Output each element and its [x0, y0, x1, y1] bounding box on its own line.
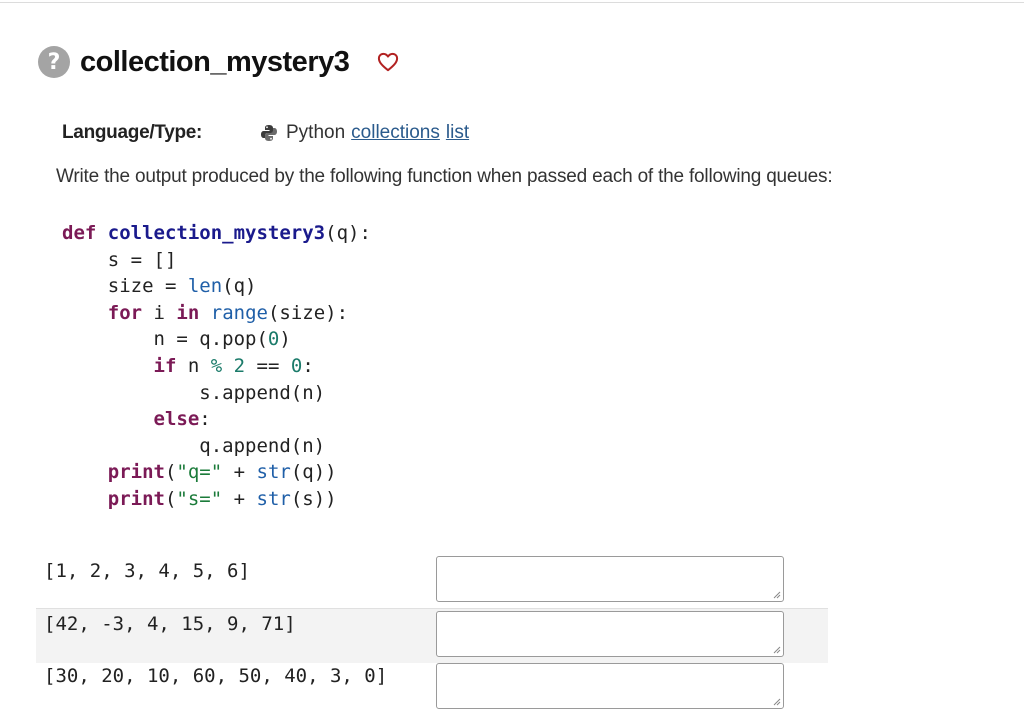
code-line: n = q.pop(0): [62, 328, 291, 351]
code-line: print("q=" + str(q)): [107, 461, 337, 484]
question-input-value: [30, 20, 10, 60, 50, 40, 3, 0]: [44, 665, 388, 687]
resize-grip-icon[interactable]: [773, 698, 781, 706]
help-circle-icon[interactable]: ?: [38, 46, 70, 78]
question-row: [30, 20, 10, 60, 50, 40, 3, 0]: [36, 662, 828, 716]
tag-link-list[interactable]: list: [446, 122, 469, 144]
answer-textarea[interactable]: [436, 556, 784, 602]
code-block: def collection_mystery3(q): s = [] size …: [62, 220, 371, 513]
language-type-row: Language/Type: Python collections list: [62, 122, 475, 144]
question-input-value: [42, -3, 4, 15, 9, 71]: [44, 613, 296, 635]
code-line: def collection_mystery3(q):: [62, 222, 371, 244]
code-line: s.append(n): [62, 381, 326, 404]
language-name: Python: [286, 122, 346, 143]
code-line: size = len(q): [62, 275, 257, 298]
code-line: q.append(n): [62, 434, 326, 457]
code-line: print("s=" + str(s)): [107, 487, 337, 510]
problem-header: ? collection_mystery3: [38, 42, 399, 82]
python-icon: [260, 124, 278, 142]
question-row: [1, 2, 3, 4, 5, 6]: [36, 555, 828, 609]
question-row: [42, -3, 4, 15, 9, 71]: [36, 608, 828, 663]
question-input-value: [1, 2, 3, 4, 5, 6]: [44, 560, 250, 582]
problem-prompt: Write the output produced by the followi…: [56, 166, 833, 187]
resize-grip-icon[interactable]: [773, 646, 781, 654]
top-divider: [0, 2, 1024, 3]
heart-outline-icon[interactable]: [377, 51, 399, 73]
answer-textarea[interactable]: [436, 663, 784, 709]
code-line: for i in range(size):: [107, 301, 349, 324]
language-type-label: Language/Type:: [62, 122, 203, 143]
problem-title: collection_mystery3: [80, 45, 350, 78]
code-line: s = []: [62, 248, 177, 271]
code-line: if n % 2 == 0:: [153, 354, 314, 377]
code-line: else:: [153, 408, 211, 431]
resize-grip-icon[interactable]: [773, 591, 781, 599]
tag-link-collections[interactable]: collections: [351, 122, 440, 144]
answer-textarea[interactable]: [436, 611, 784, 657]
